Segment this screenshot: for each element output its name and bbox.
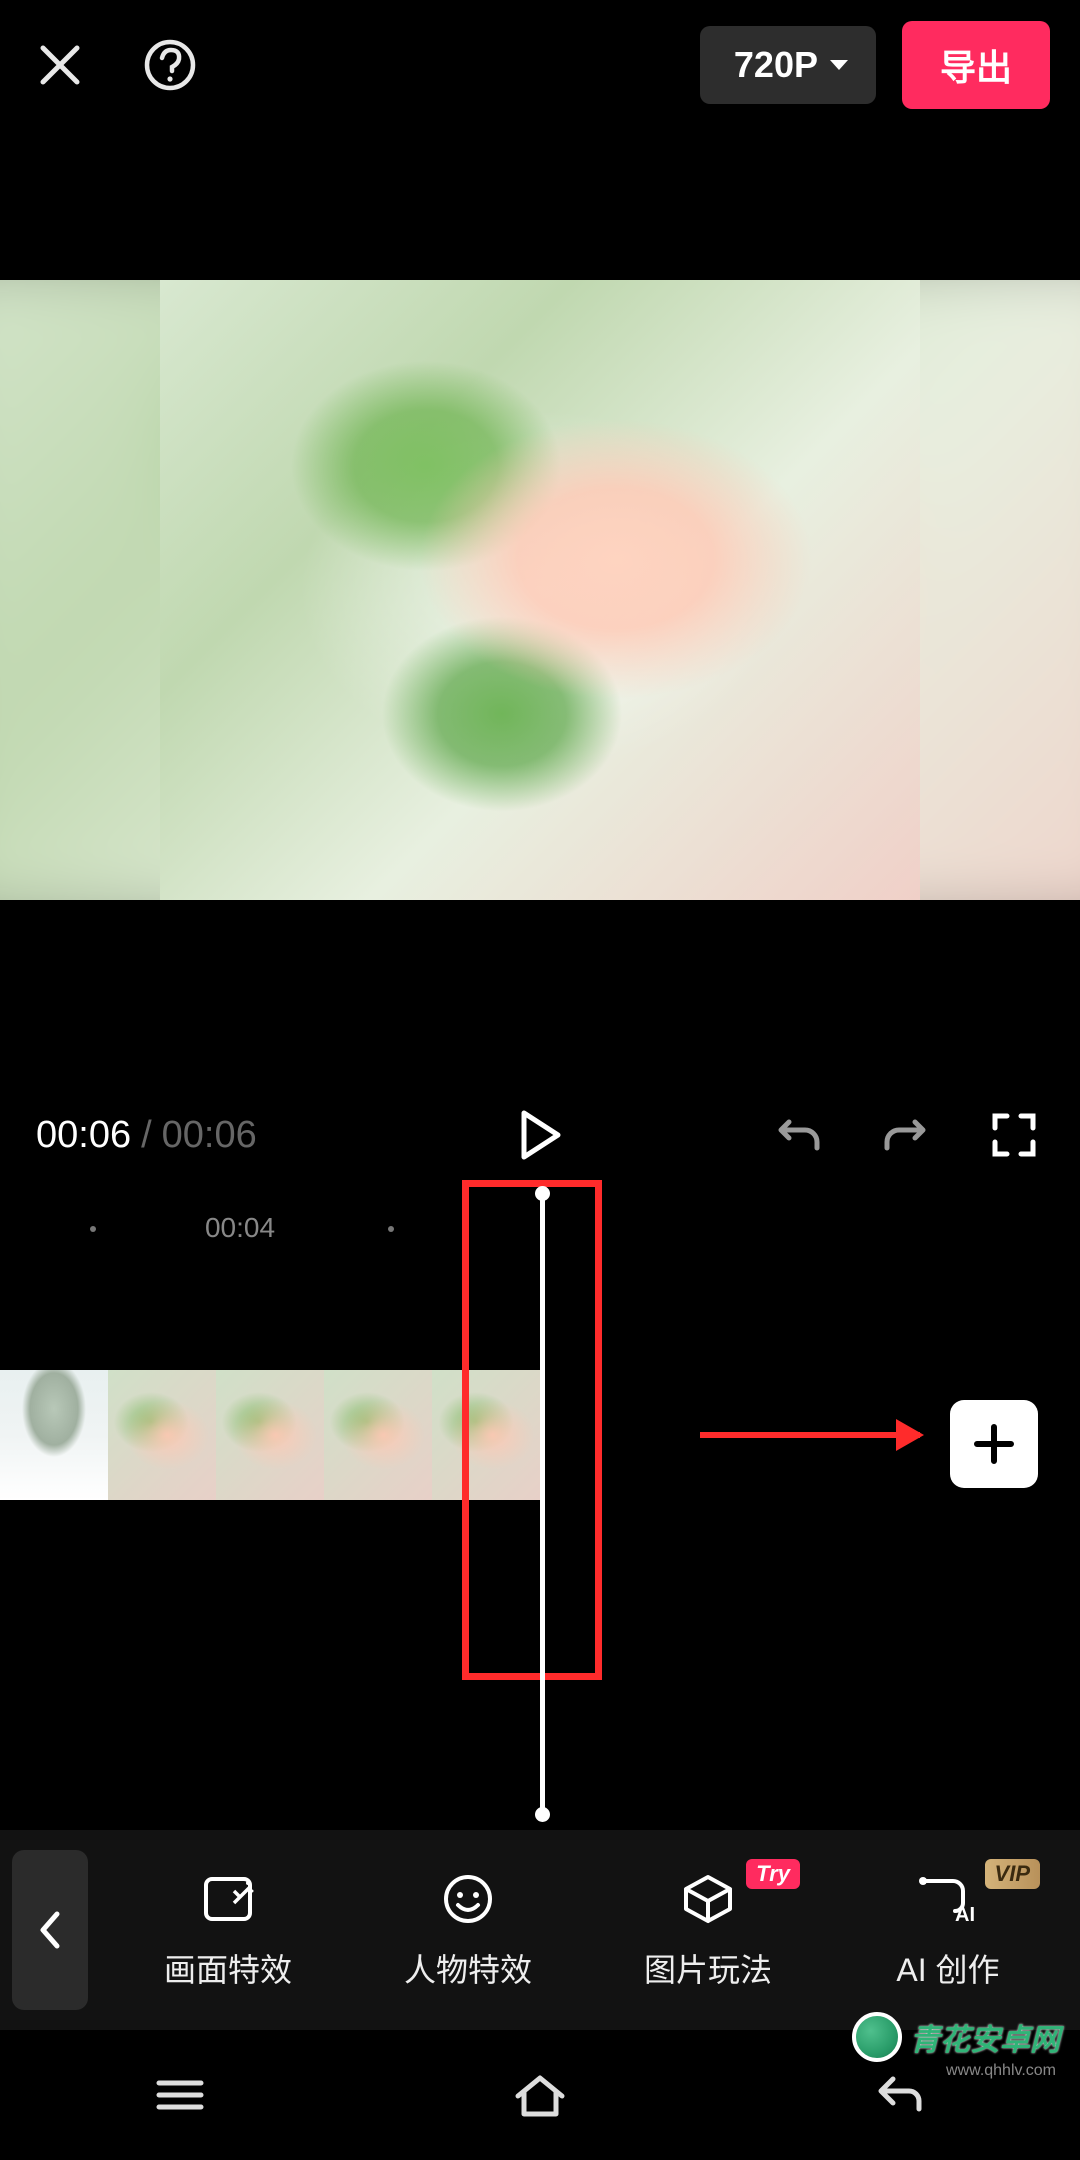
help-button[interactable]	[140, 35, 200, 95]
svg-text:AI: AI	[955, 1904, 975, 1926]
screen-effects-icon	[198, 1869, 258, 1929]
clip-thumbnail[interactable]	[108, 1370, 216, 1500]
current-time: 00:06	[36, 1114, 131, 1157]
redo-button[interactable]	[876, 1105, 936, 1165]
resolution-label: 720P	[734, 44, 818, 86]
ruler-tick	[388, 1226, 394, 1232]
preview-frame	[160, 280, 920, 900]
tool-label: 人物特效	[404, 1945, 532, 1991]
watermark-url: www.qhhlv.com	[946, 2062, 1056, 2080]
tool-image-play[interactable]: Try 图片玩法	[588, 1869, 828, 1991]
nav-home-button[interactable]	[510, 2065, 570, 2125]
playback-right-controls	[768, 1105, 1044, 1165]
clip-thumbnail[interactable]	[0, 1370, 108, 1500]
watermark: 青花安卓网 www.qhhlv.com	[852, 2012, 1060, 2062]
try-badge: Try	[746, 1859, 800, 1889]
chevron-down-icon	[828, 58, 850, 72]
add-clip-button[interactable]	[950, 1400, 1038, 1488]
face-effects-icon	[438, 1869, 498, 1929]
cube-icon	[678, 1869, 738, 1929]
resolution-button[interactable]: 720P	[700, 26, 876, 104]
ruler-time-label: 00:04	[205, 1212, 275, 1244]
preview-image	[160, 280, 920, 900]
close-icon	[35, 40, 85, 90]
ai-icon: AI	[913, 1869, 983, 1929]
bottom-toolbar: 画面特效 人物特效 Try 图片玩法 VIP AI AI 创作	[0, 1830, 1080, 2030]
back-icon	[875, 2073, 925, 2117]
tool-ai-create[interactable]: VIP AI AI 创作	[828, 1869, 1068, 1991]
timeline-playhead[interactable]	[540, 1194, 545, 1814]
watermark-name: 青花安卓网	[910, 2015, 1060, 2059]
undo-icon	[773, 1110, 823, 1160]
redo-icon	[881, 1110, 931, 1160]
total-time: 00:06	[162, 1114, 257, 1157]
tool-label: AI 创作	[896, 1945, 999, 1991]
annotation-highlight-box	[462, 1180, 602, 1680]
tool-label: 图片玩法	[644, 1945, 772, 1991]
play-button[interactable]	[510, 1105, 570, 1165]
watermark-logo	[852, 2012, 902, 2062]
nav-back-button[interactable]	[870, 2065, 930, 2125]
toolbar-back-button[interactable]	[12, 1850, 88, 2010]
plus-icon	[971, 1421, 1017, 1467]
time-separator: /	[141, 1114, 152, 1157]
fullscreen-icon	[991, 1112, 1037, 1158]
tool-person-effects[interactable]: 人物特效	[348, 1869, 588, 1991]
fullscreen-button[interactable]	[984, 1105, 1044, 1165]
ruler-tick	[90, 1226, 96, 1232]
annotation-arrow	[700, 1432, 920, 1438]
nav-recent-button[interactable]	[150, 2065, 210, 2125]
vip-badge: VIP	[985, 1859, 1040, 1889]
time-display: 00:06 / 00:06	[36, 1114, 257, 1157]
menu-icon	[153, 2075, 207, 2115]
timeline[interactable]: 00:04	[0, 1200, 1080, 1840]
tool-screen-effects[interactable]: 画面特效	[108, 1869, 348, 1991]
play-icon	[518, 1109, 562, 1161]
undo-button[interactable]	[768, 1105, 828, 1165]
clip-thumbnail[interactable]	[216, 1370, 324, 1500]
top-bar: 720P 导出	[0, 0, 1080, 130]
topbar-left	[30, 35, 200, 95]
clip-thumbnail[interactable]	[324, 1370, 432, 1500]
export-button[interactable]: 导出	[902, 21, 1050, 109]
help-icon	[143, 38, 197, 92]
video-preview[interactable]	[0, 280, 1080, 900]
tool-label: 画面特效	[164, 1945, 292, 1991]
clip-track[interactable]	[0, 1370, 542, 1500]
topbar-right: 720P 导出	[700, 21, 1050, 109]
chevron-left-icon	[37, 1910, 63, 1950]
playback-bar: 00:06 / 00:06	[0, 1090, 1080, 1180]
export-label: 导出	[940, 47, 1012, 88]
close-button[interactable]	[30, 35, 90, 95]
home-icon	[512, 2072, 568, 2118]
